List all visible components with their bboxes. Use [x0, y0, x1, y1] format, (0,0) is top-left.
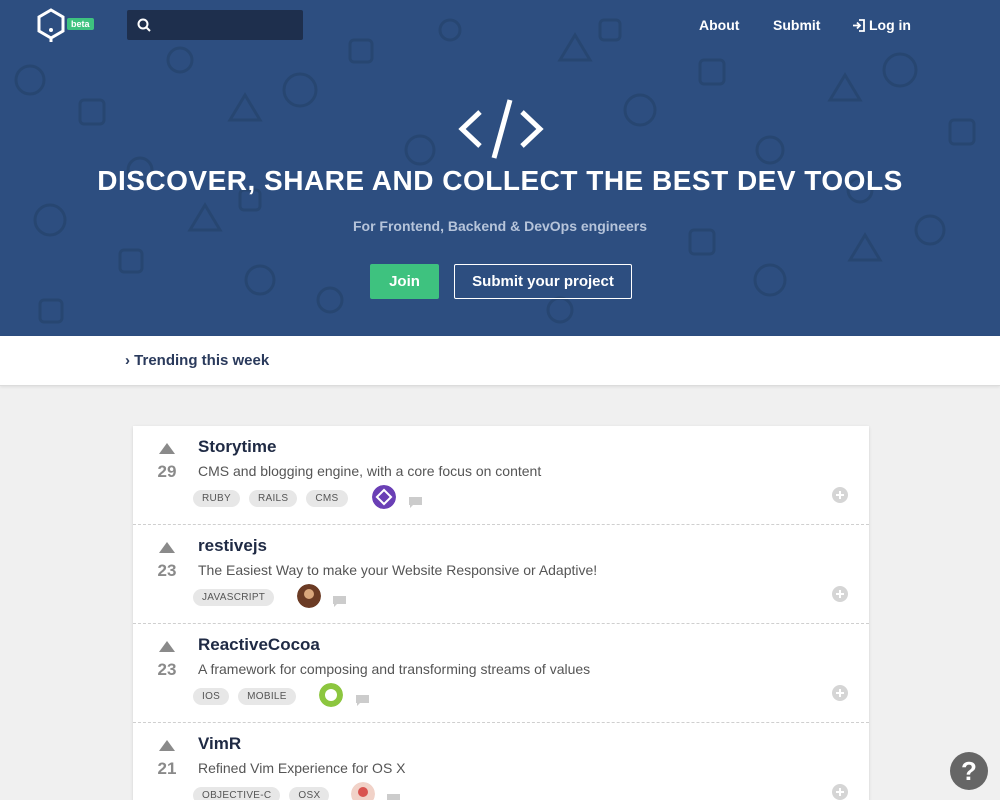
vote-count: 21: [157, 759, 177, 778]
trending-dropdown[interactable]: › Trending this week: [125, 352, 269, 369]
vote-count: 23: [157, 561, 177, 580]
list-item: 21 VimR Refined Vim Experience for OS X …: [133, 723, 869, 800]
avatar[interactable]: [297, 584, 321, 608]
list-item: 29 Storytime CMS and blogging engine, wi…: [133, 426, 869, 525]
upvote-icon[interactable]: [159, 641, 175, 652]
add-to-collection-icon[interactable]: [832, 685, 848, 701]
tag[interactable]: CMS: [306, 490, 348, 507]
logo-icon[interactable]: [36, 8, 66, 42]
join-button[interactable]: Join: [370, 264, 439, 299]
vote-count: 23: [157, 660, 177, 679]
chevron-right-icon: ›: [125, 352, 130, 369]
tool-list: 29 Storytime CMS and blogging engine, wi…: [133, 426, 869, 800]
tag[interactable]: MOBILE: [238, 688, 296, 705]
tag[interactable]: IOS: [193, 688, 230, 705]
comment-icon[interactable]: [387, 794, 400, 800]
add-to-collection-icon[interactable]: [832, 586, 848, 602]
login-label: Log in: [869, 17, 911, 33]
add-to-collection-icon[interactable]: [832, 487, 848, 503]
comment-icon[interactable]: [356, 695, 369, 706]
code-icon: [458, 99, 544, 159]
help-button[interactable]: ?: [950, 752, 988, 790]
item-description: A framework for composing and transformi…: [198, 661, 591, 677]
beta-badge: beta: [67, 18, 94, 30]
item-description: The Easiest Way to make your Website Res…: [198, 562, 598, 578]
hero-banner: beta About Submit Log in DISCOVER, SHARE…: [0, 0, 1000, 336]
tag[interactable]: RUBY: [193, 490, 240, 507]
tag-list: JAVASCRIPT: [193, 589, 275, 606]
trending-bar: › Trending this week: [0, 336, 1000, 386]
hero-subtitle: For Frontend, Backend & DevOps engineers: [352, 218, 648, 234]
upvote-icon[interactable]: [159, 740, 175, 751]
nav-submit-link[interactable]: Submit: [773, 17, 820, 33]
tag-list: OBJECTIVE-C OSX: [193, 787, 330, 800]
search-icon: [137, 18, 151, 32]
login-icon: [853, 19, 865, 32]
submit-project-button[interactable]: Submit your project: [454, 264, 632, 299]
item-title[interactable]: VimR: [198, 734, 241, 754]
item-description: Refined Vim Experience for OS X: [198, 760, 406, 776]
tag[interactable]: OBJECTIVE-C: [193, 787, 281, 800]
item-title[interactable]: ReactiveCocoa: [198, 635, 320, 655]
top-nav: beta About Submit Log in: [0, 0, 1000, 50]
list-item: 23 ReactiveCocoa A framework for composi…: [133, 624, 869, 723]
tag-list: IOS MOBILE: [193, 688, 296, 705]
item-title[interactable]: Storytime: [198, 437, 276, 457]
upvote-icon[interactable]: [159, 443, 175, 454]
list-item: 23 restivejs The Easiest Way to make you…: [133, 525, 869, 624]
vote-count: 29: [157, 462, 177, 481]
nav-about-link[interactable]: About: [699, 17, 739, 33]
avatar[interactable]: [351, 782, 375, 800]
nav-login-link[interactable]: Log in: [852, 17, 911, 33]
upvote-icon[interactable]: [159, 542, 175, 553]
item-description: CMS and blogging engine, with a core foc…: [198, 463, 542, 479]
avatar[interactable]: [319, 683, 343, 707]
tag-list: RUBY RAILS CMS: [193, 490, 348, 507]
avatar[interactable]: [372, 485, 396, 509]
tag[interactable]: OSX: [289, 787, 330, 800]
comment-icon[interactable]: [409, 497, 422, 508]
tag[interactable]: JAVASCRIPT: [193, 589, 275, 606]
trending-label: Trending this week: [134, 352, 270, 369]
search-input[interactable]: [127, 10, 303, 40]
hero-title: DISCOVER, SHARE AND COLLECT THE BEST DEV…: [97, 165, 903, 196]
comment-icon[interactable]: [333, 596, 346, 607]
tag[interactable]: RAILS: [248, 490, 298, 507]
item-title[interactable]: restivejs: [198, 536, 267, 556]
add-to-collection-icon[interactable]: [832, 784, 848, 800]
